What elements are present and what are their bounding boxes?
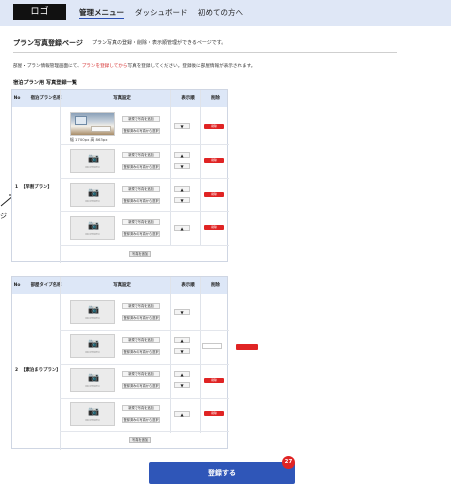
choose-registered-photo-button[interactable]: 登録済みの写真から選択 — [122, 231, 160, 237]
delete-photo-button[interactable]: 削除 — [204, 411, 224, 416]
row-divider — [60, 364, 229, 365]
nav-getting-started[interactable]: 初めての方へ — [198, 7, 243, 18]
photo-placeholder: 📷 NO PHOTO — [70, 149, 115, 173]
delete-photo-button[interactable]: 削除 — [204, 124, 224, 129]
choose-registered-photo-button[interactable]: 登録済みの写真から選択 — [122, 417, 160, 423]
upload-new-photo-button[interactable]: 新規で写真を追加 — [122, 337, 160, 343]
photo-placeholder: 📷 NO PHOTO — [70, 402, 115, 426]
photo-placeholder: 📷 NO PHOTO — [70, 300, 115, 324]
col-room-type-name: 部屋タイプ名称 — [30, 283, 62, 288]
col-no: No — [13, 283, 21, 288]
upload-new-photo-button[interactable]: 新規で写真を追加 — [122, 405, 160, 411]
order-up-button[interactable]: ▲ — [174, 337, 190, 343]
order-down-button[interactable]: ▼ — [174, 163, 190, 169]
camera-icon: 📷 — [88, 407, 100, 417]
register-submit-button[interactable]: 登録する — [149, 462, 295, 484]
section-label-plans: 宿泊プラン用 写真登録一覧 — [13, 80, 78, 86]
choose-registered-photo-button[interactable]: 登録済みの写真から選択 — [122, 349, 160, 355]
photo-placeholder: 📷 NO PHOTO — [70, 368, 115, 392]
delete-photo-button[interactable]: 削除 — [204, 192, 224, 197]
order-down-button[interactable]: ▼ — [174, 123, 190, 129]
notice-text: 部屋・プラン情報管理画面にて、プランを登録してから写真を登録してください。登録後… — [13, 64, 256, 69]
order-up-button[interactable]: ▲ — [174, 225, 190, 231]
photo-placeholder: 📷 NO PHOTO — [70, 216, 115, 240]
column-divider — [200, 277, 201, 433]
col-plan-name: 宿泊プラン名称 — [30, 96, 62, 101]
column-divider — [170, 90, 171, 246]
floating-red-marker — [236, 344, 258, 350]
logo: ロゴ — [13, 4, 66, 20]
upload-new-photo-button[interactable]: 新規で写真を追加 — [122, 152, 160, 158]
photo-placeholder: 📷 NO PHOTO — [70, 183, 115, 207]
delete-photo-button[interactable]: 削除 — [204, 158, 224, 163]
column-divider — [200, 90, 201, 246]
left-edge-text: ジ — [0, 212, 7, 220]
upload-new-photo-button[interactable]: 新規で写真を追加 — [122, 303, 160, 309]
order-down-button[interactable]: ▼ — [174, 348, 190, 354]
table-header: No 宿泊プラン名称 写真設定 表示順 削除 — [12, 90, 227, 107]
camera-icon: 📷 — [88, 339, 100, 349]
add-photo-button[interactable]: 写真を追加 — [129, 251, 151, 257]
order-down-button[interactable]: ▼ — [174, 197, 190, 203]
upload-new-photo-button[interactable]: 新規で写真を追加 — [122, 116, 160, 122]
order-up-button[interactable]: ▲ — [174, 152, 190, 158]
row-divider — [60, 245, 229, 246]
photo-dimensions: 幅 1700px 高 863px — [70, 137, 108, 142]
page-subtitle: プラン写真の登録・削除・表示順管理ができるページです。 — [92, 40, 227, 46]
camera-icon: 📷 — [88, 221, 100, 231]
table-header: No 部屋タイプ名称 写真設定 表示順 削除 — [12, 277, 227, 294]
camera-icon: 📷 — [88, 305, 100, 315]
choose-registered-photo-button[interactable]: 登録済みの写真から選択 — [122, 198, 160, 204]
photo-placeholder: 📷 NO PHOTO — [70, 334, 115, 358]
row-divider — [60, 431, 229, 432]
room-type-photo-table: No 部屋タイプ名称 写真設定 表示順 削除 2 【素泊まりプラン】 📷 NO … — [11, 276, 229, 450]
column-divider — [60, 90, 61, 263]
page-title: プラン写真登録ページ — [13, 39, 83, 47]
order-up-button[interactable]: ▲ — [174, 186, 190, 192]
add-photo-button[interactable]: 写真を追加 — [129, 437, 151, 443]
upload-new-photo-button[interactable]: 新規で写真を追加 — [122, 186, 160, 192]
camera-icon: 📷 — [88, 154, 100, 164]
title-divider — [13, 52, 397, 53]
col-delete: 削除 — [211, 96, 220, 101]
table-row-number: 2 【素泊まりプラン】 — [15, 368, 61, 373]
row-divider — [60, 211, 229, 212]
choose-registered-photo-button[interactable]: 登録済みの写真から選択 — [122, 383, 160, 389]
order-up-button[interactable]: ▲ — [174, 411, 190, 417]
order-down-button[interactable]: ▼ — [174, 309, 190, 315]
col-no: No — [13, 96, 21, 101]
upload-new-photo-button[interactable]: 新規で写真を追加 — [122, 371, 160, 377]
col-delete: 削除 — [211, 283, 220, 288]
col-photo-settings: 写真設定 — [113, 96, 131, 101]
empty-delete-cell — [202, 343, 222, 349]
choose-registered-photo-button[interactable]: 登録済みの写真から選択 — [122, 315, 160, 321]
notice-emphasis: プランを登録してから — [81, 64, 128, 69]
col-photo-settings: 写真設定 — [113, 283, 131, 288]
photo-thumbnail — [70, 112, 115, 136]
camera-icon: 📷 — [88, 373, 100, 383]
order-down-button[interactable]: ▼ — [174, 382, 190, 388]
nav-dashboard[interactable]: ダッシュボード — [135, 7, 188, 18]
row-divider — [60, 398, 229, 399]
choose-registered-photo-button[interactable]: 登録済みの写真から選択 — [122, 164, 160, 170]
table-row-number: 1 【早割プラン】 — [15, 185, 52, 190]
column-divider — [170, 277, 171, 433]
nav-admin-menu[interactable]: 管理メニュー — [79, 7, 124, 19]
row-divider — [60, 178, 229, 179]
row-divider — [60, 330, 229, 331]
order-up-button[interactable]: ▲ — [174, 371, 190, 377]
col-order: 表示順 — [181, 283, 195, 288]
choose-registered-photo-button[interactable]: 登録済みの写真から選択 — [122, 128, 160, 134]
delete-photo-button[interactable]: 削除 — [204, 225, 224, 230]
row-divider — [60, 144, 229, 145]
upload-new-photo-button[interactable]: 新規で写真を追加 — [122, 219, 160, 225]
delete-photo-button[interactable]: 削除 — [204, 378, 224, 383]
col-order: 表示順 — [181, 96, 195, 101]
camera-icon: 📷 — [88, 188, 100, 198]
notification-badge: 27 — [282, 456, 295, 469]
top-nav-bar: ロゴ 管理メニュー ダッシュボード 初めての方へ — [0, 0, 451, 26]
plan-photo-table: No 宿泊プラン名称 写真設定 表示順 削除 1 【早割プラン】 幅 1700p… — [11, 89, 229, 263]
